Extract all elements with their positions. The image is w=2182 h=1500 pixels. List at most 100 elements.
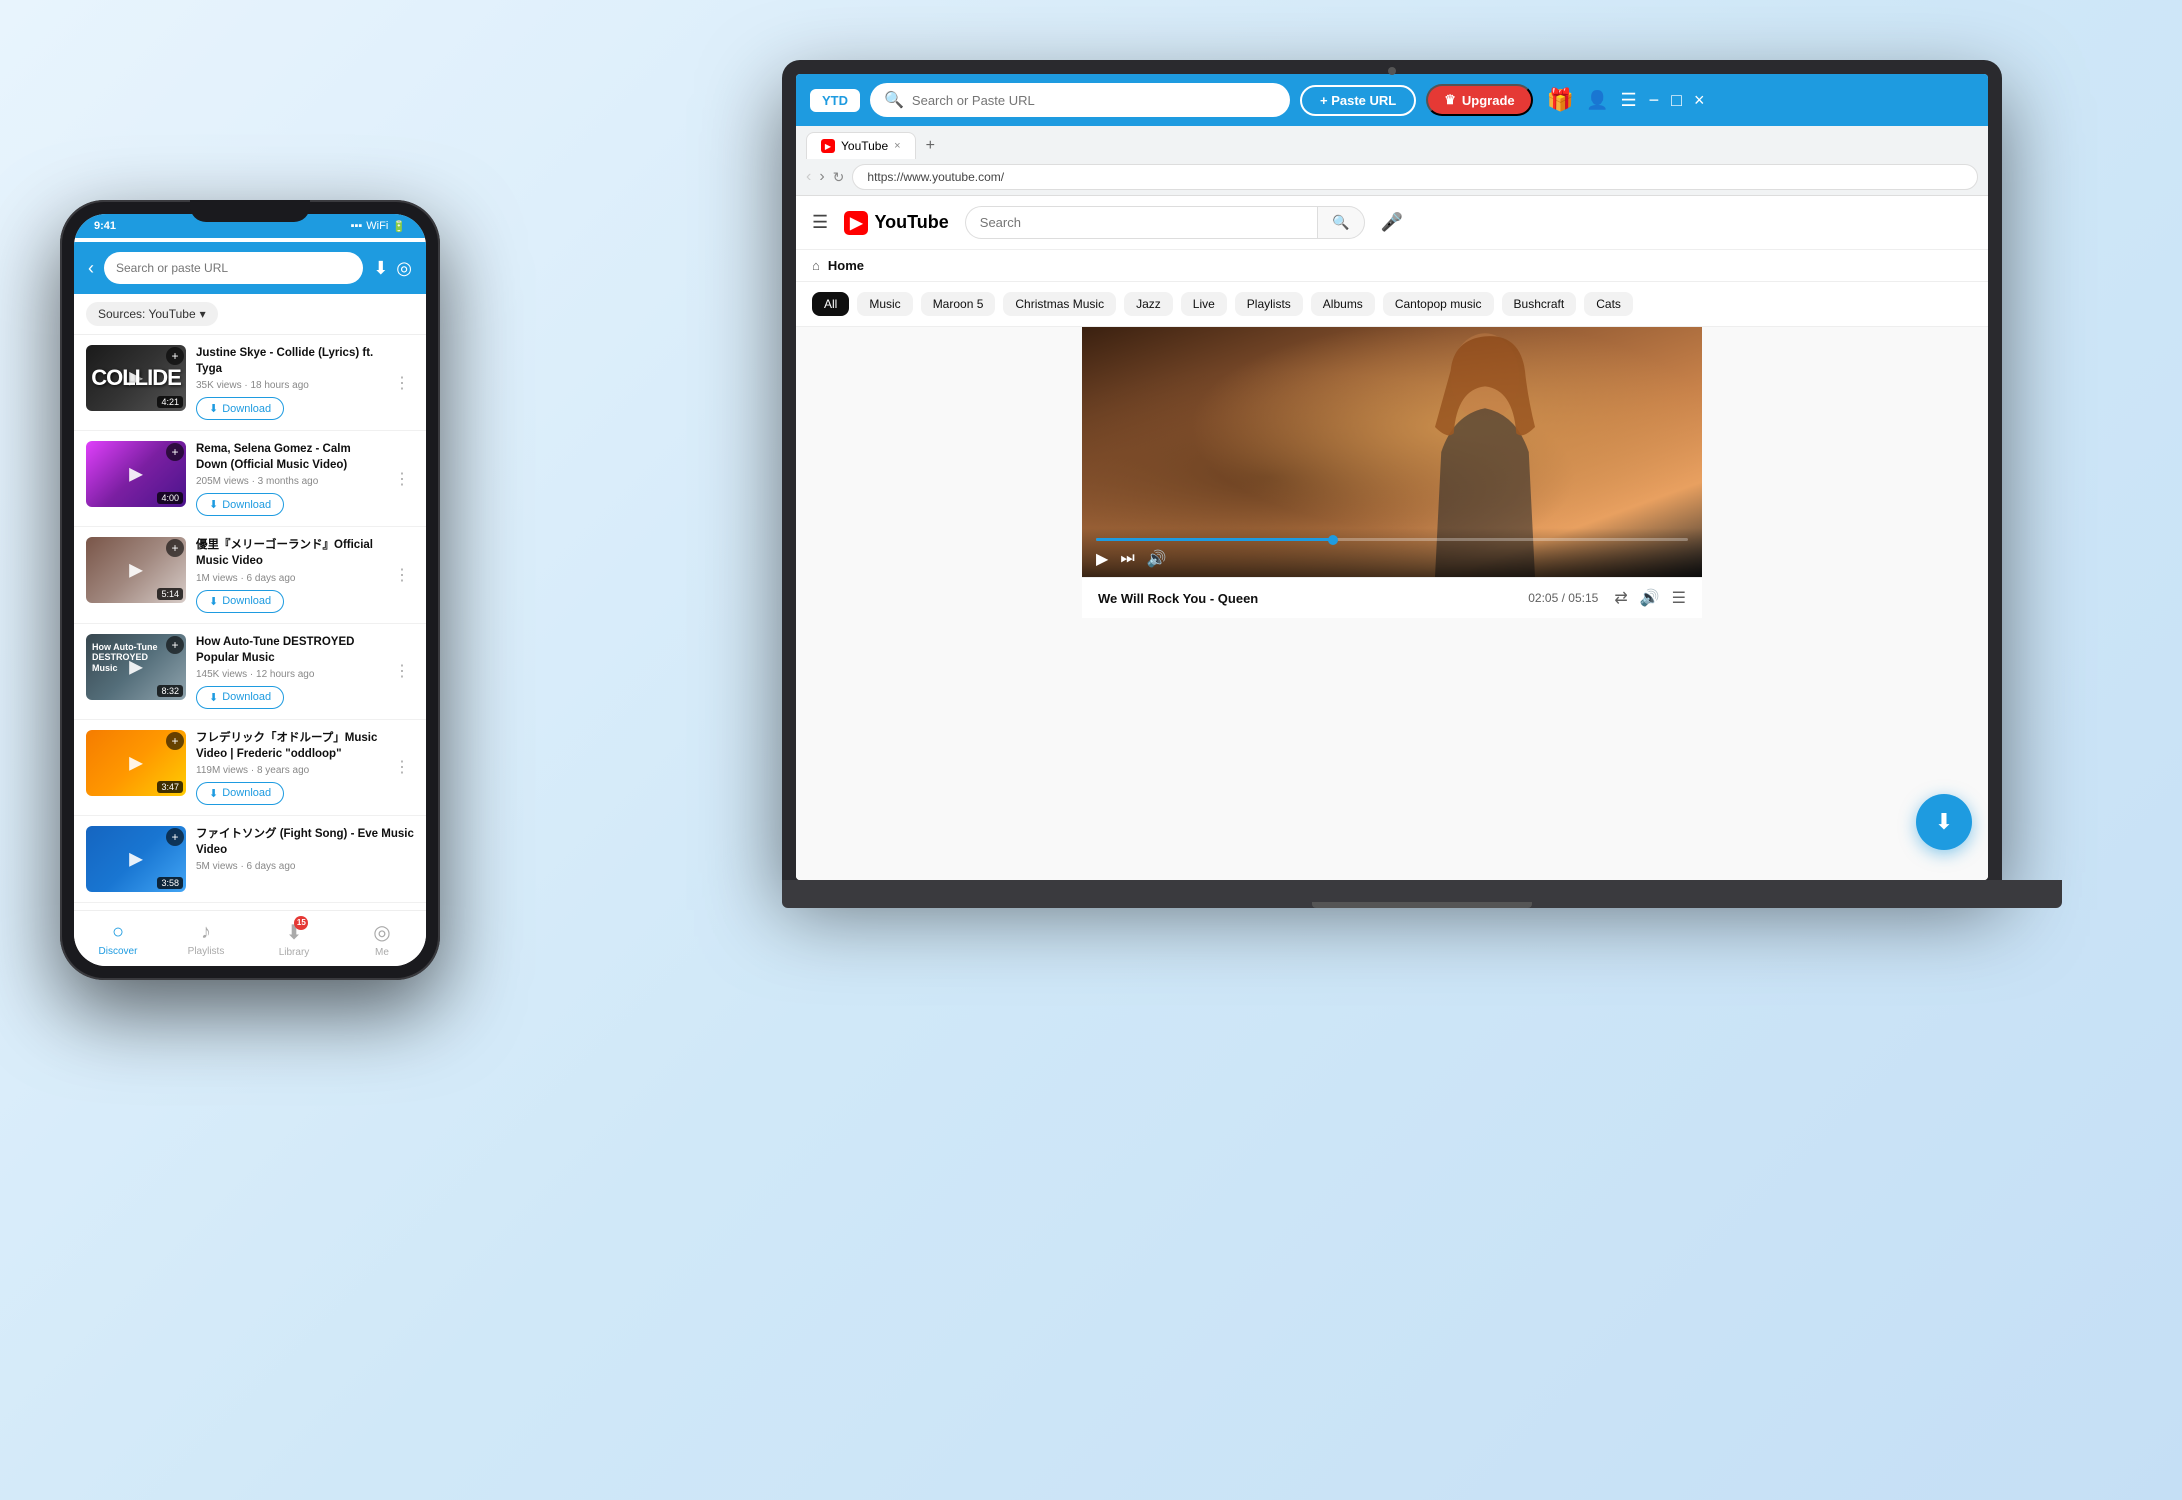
more-options-1[interactable]: ⋮	[390, 369, 414, 397]
yt-search-input[interactable]	[965, 206, 1318, 239]
thumb-add-icon-6[interactable]: +	[166, 828, 184, 846]
phone-video-info-2: Rema, Selena Gomez - Calm Down (Official…	[196, 441, 380, 516]
address-bar[interactable]: https://www.youtube.com/	[852, 164, 1978, 190]
volume-control-icon[interactable]: 🔊	[1640, 588, 1660, 608]
menu-icon[interactable]: ☰	[1620, 90, 1636, 111]
download-icon-1: ⬇	[209, 402, 218, 415]
yt-home-nav-icon[interactable]: ⌂	[812, 258, 820, 273]
play-icon[interactable]: ▶	[1096, 549, 1108, 569]
wifi-icon: WiFi	[366, 220, 388, 232]
shuffle-icon[interactable]: ⇄	[1614, 588, 1627, 608]
phone-screen: 9:41 ▪▪▪ WiFi 🔋 ‹ ⬇ ◎	[74, 214, 426, 966]
new-tab-button[interactable]: +	[918, 133, 943, 159]
chevron-down-icon: ▾	[200, 307, 206, 321]
skip-icon[interactable]: ⏭	[1120, 550, 1134, 568]
thumb-play-icon-5: ▶	[129, 752, 143, 773]
list-item: ▶ + 3:47 フレデリック「オドループ」Music Video | Fred…	[74, 720, 426, 816]
app-titlebar: YTD 🔍 + Paste URL ♛ Upgrade 🎁 👤 ☰ − □ ×	[796, 74, 1988, 126]
cat-pill-maroon5[interactable]: Maroon 5	[921, 292, 996, 316]
yt-mic-icon[interactable]: 🎤	[1381, 212, 1403, 233]
download-button-1[interactable]: ⬇ Download	[196, 397, 284, 420]
phone-header: ‹ ⬇ ◎	[74, 242, 426, 294]
thumb-add-icon-3[interactable]: +	[166, 539, 184, 557]
download-button-5[interactable]: ⬇ Download	[196, 782, 284, 805]
cat-pill-all[interactable]: All	[812, 292, 849, 316]
cat-pill-albums[interactable]: Albums	[1311, 292, 1375, 316]
app-search-bar[interactable]: 🔍	[870, 83, 1290, 117]
more-options-5[interactable]: ⋮	[390, 753, 414, 781]
phone-download-icon[interactable]: ⬇	[373, 258, 388, 279]
list-item: ▶ + 4:00 Rema, Selena Gomez - Calm Down …	[74, 431, 426, 527]
cat-pill-playlists[interactable]: Playlists	[1235, 292, 1303, 316]
cat-pill-cantopop[interactable]: Cantopop music	[1383, 292, 1494, 316]
download-button-3[interactable]: ⬇ Download	[196, 590, 284, 613]
me-label: Me	[375, 947, 389, 958]
search-icon: 🔍	[884, 90, 904, 110]
download-fab-button[interactable]: ⬇	[1916, 794, 1972, 850]
phone-bottom-nav: ○ Discover ♪ Playlists ⬇ 15 Library ◎ Me	[74, 910, 426, 966]
nav-item-discover[interactable]: ○ Discover	[74, 911, 162, 966]
more-options-4[interactable]: ⋮	[390, 657, 414, 685]
queue-icon[interactable]: ☰	[1672, 588, 1686, 608]
thumb-play-icon-2: ▶	[129, 464, 143, 485]
video-thumbnail-6: ▶ + 3:58	[86, 826, 186, 892]
video-meta-3: 1M views · 6 days ago	[196, 573, 380, 584]
download-icon-3: ⬇	[209, 595, 218, 608]
maximize-icon[interactable]: □	[1671, 90, 1682, 111]
upgrade-button[interactable]: ♛ Upgrade	[1426, 84, 1532, 116]
laptop-base	[782, 880, 2062, 908]
more-options-3[interactable]: ⋮	[390, 561, 414, 589]
thumb-add-icon-5[interactable]: +	[166, 732, 184, 750]
nav-item-me[interactable]: ◎ Me	[338, 911, 426, 966]
thumb-add-icon[interactable]: +	[166, 347, 184, 365]
video-title-4: How Auto-Tune DESTROYED Popular Music	[196, 634, 380, 666]
titlebar-icons: 🎁 👤 ☰ − □ ×	[1547, 87, 1705, 113]
phone-back-button[interactable]: ‹	[88, 258, 94, 279]
cat-pill-christmas[interactable]: Christmas Music	[1003, 292, 1116, 316]
app-search-input[interactable]	[912, 93, 1276, 108]
yt-logo[interactable]: ▶ YouTube	[844, 211, 949, 235]
refresh-icon[interactable]: ↻	[833, 169, 845, 186]
app-logo[interactable]: YTD	[810, 89, 860, 112]
back-arrow-icon[interactable]: ‹	[806, 168, 811, 186]
thumb-add-icon-2[interactable]: +	[166, 443, 184, 461]
cat-pill-cats[interactable]: Cats	[1584, 292, 1633, 316]
yt-home-link[interactable]: Home	[828, 258, 864, 273]
yt-header: ☰ ▶ YouTube 🔍 🎤	[796, 196, 1988, 250]
phone-search-bar[interactable]	[104, 252, 363, 284]
thumb-add-icon-4[interactable]: +	[166, 636, 184, 654]
volume-icon[interactable]: 🔊	[1147, 549, 1167, 569]
cat-pill-live[interactable]: Live	[1181, 292, 1227, 316]
progress-bar[interactable]	[1096, 538, 1688, 541]
close-icon[interactable]: ×	[1694, 90, 1705, 111]
cat-pill-jazz[interactable]: Jazz	[1124, 292, 1173, 316]
yt-menu-icon[interactable]: ☰	[812, 212, 828, 233]
source-dropdown-button[interactable]: Sources: YouTube ▾	[86, 302, 218, 326]
download-button-4[interactable]: ⬇ Download	[196, 686, 284, 709]
phone-discover-icon[interactable]: ◎	[396, 258, 412, 279]
yt-categories: All Music Maroon 5 Christmas Music Jazz …	[796, 282, 1988, 327]
paste-url-button[interactable]: + Paste URL	[1300, 85, 1416, 116]
more-options-2[interactable]: ⋮	[390, 465, 414, 493]
now-playing-title: We Will Rock You - Queen	[1098, 591, 1258, 606]
minimize-icon[interactable]: −	[1649, 90, 1660, 111]
source-selector: Sources: YouTube ▾	[74, 294, 426, 335]
yt-search-button[interactable]: 🔍	[1317, 206, 1364, 239]
video-controls-overlay: ▶ ⏭ 🔊	[1082, 528, 1702, 577]
phone-search-input[interactable]	[116, 261, 351, 275]
nav-item-library[interactable]: ⬇ 15 Library	[250, 911, 338, 966]
download-button-2[interactable]: ⬇ Download	[196, 493, 284, 516]
user-icon[interactable]: 👤	[1586, 90, 1608, 111]
tab-close-icon[interactable]: ×	[894, 140, 900, 152]
gift-icon[interactable]: 🎁	[1547, 87, 1574, 113]
thumb-duration-5: 3:47	[157, 781, 183, 793]
phone-header-icons: ⬇ ◎	[373, 258, 412, 279]
nav-item-playlists[interactable]: ♪ Playlists	[162, 911, 250, 966]
youtube-tab[interactable]: ▶ YouTube ×	[806, 132, 916, 159]
yt-search-wrapper: 🔍	[965, 206, 1365, 239]
library-icon: ⬇ 15	[286, 920, 303, 945]
forward-arrow-icon[interactable]: ›	[819, 168, 824, 186]
cat-pill-music[interactable]: Music	[857, 292, 912, 316]
cat-pill-bushcraft[interactable]: Bushcraft	[1502, 292, 1577, 316]
video-thumbnail-5: ▶ + 3:47	[86, 730, 186, 796]
